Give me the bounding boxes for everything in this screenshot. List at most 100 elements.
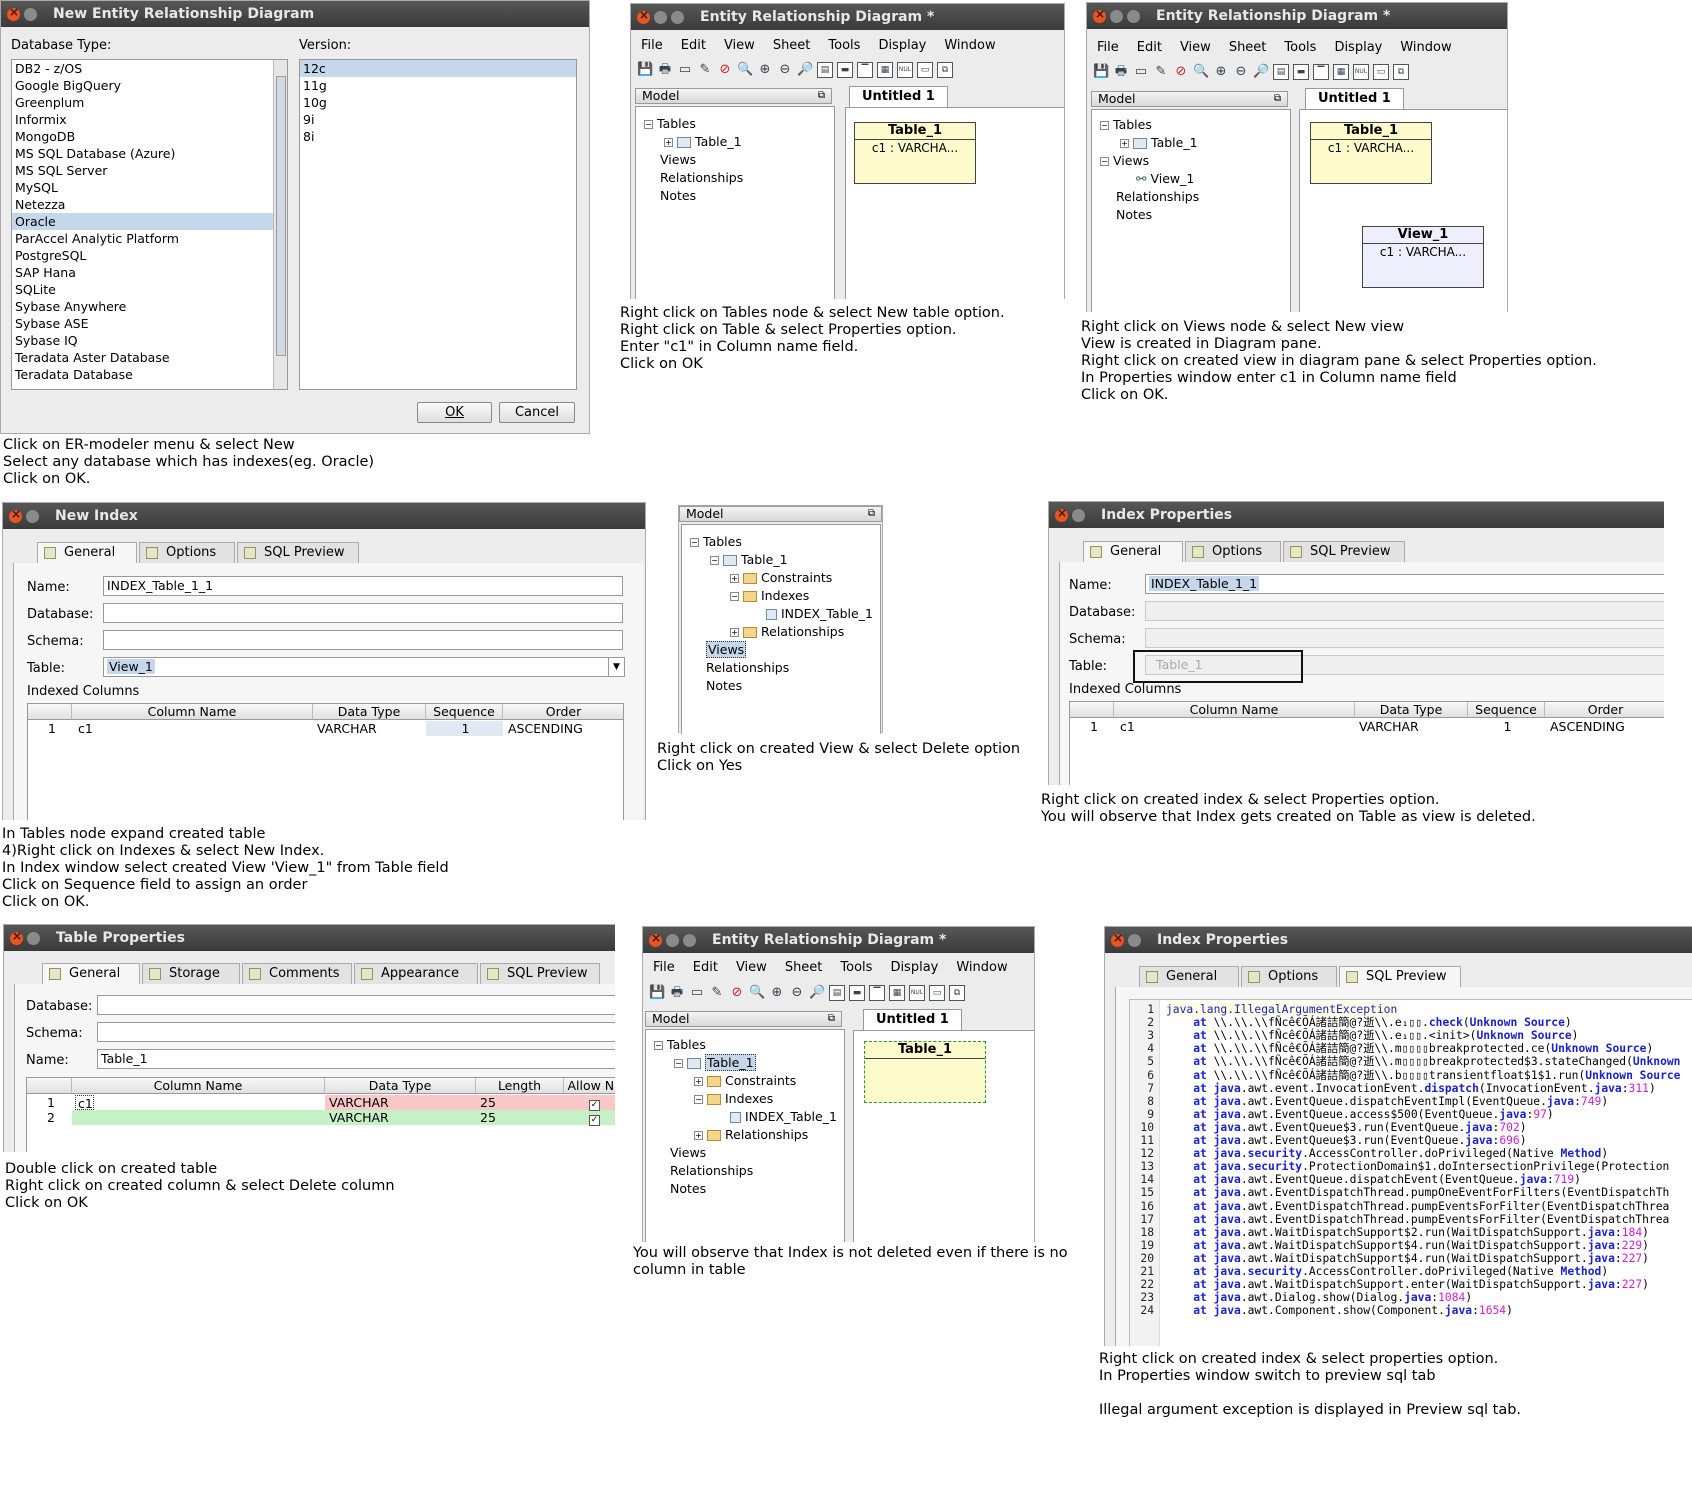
tree-index-1[interactable]: INDEX_Table_1 xyxy=(730,1108,837,1125)
cell-length[interactable]: 25 xyxy=(478,1110,496,1125)
database-option[interactable]: Teradata Database xyxy=(12,366,287,383)
maximize-icon[interactable] xyxy=(683,933,696,947)
page-icon[interactable]: ▭ xyxy=(1133,64,1149,80)
cell-column-name[interactable] xyxy=(75,1110,77,1125)
tab-general[interactable]: General xyxy=(37,542,137,564)
layout-icon[interactable]: ⧉ xyxy=(1393,64,1409,80)
close-icon[interactable] xyxy=(1093,7,1106,23)
col-header[interactable]: Order xyxy=(1545,702,1664,718)
menu-tools[interactable]: Tools xyxy=(1284,40,1316,55)
cell-data-type[interactable]: VARCHAR xyxy=(327,1110,389,1125)
zoom-icon[interactable]: 🔎 xyxy=(797,62,813,78)
database-option[interactable]: Google BigQuery xyxy=(12,77,287,94)
tab-untitled-1[interactable]: Untitled 1 xyxy=(849,86,948,107)
database-option[interactable]: MS SQL Server xyxy=(12,162,287,179)
tree-views[interactable]: Views xyxy=(670,1144,706,1161)
scrollbar[interactable] xyxy=(273,60,287,389)
menu-file[interactable]: File xyxy=(641,38,663,53)
database-field[interactable] xyxy=(103,603,623,623)
col-header[interactable]: Data Type xyxy=(313,704,426,720)
schema-field[interactable] xyxy=(103,630,623,650)
edit-icon[interactable]: ✎ xyxy=(1153,64,1169,80)
tree-constraints[interactable]: + Constraints xyxy=(730,569,832,586)
col-header[interactable]: Data Type xyxy=(325,1078,476,1094)
entity-table-1[interactable]: Table_1 c1 : VARCHA... xyxy=(854,122,976,184)
name-field[interactable]: Table_1 xyxy=(97,1049,615,1069)
menu-window[interactable]: Window xyxy=(944,38,995,53)
grid-icon[interactable]: ▦ xyxy=(1333,64,1349,80)
menu-display[interactable]: Display xyxy=(878,38,926,53)
database-option[interactable]: Greenplum xyxy=(12,94,287,111)
tab-sql-preview[interactable]: SQL Preview xyxy=(237,542,359,564)
zoom-out-icon[interactable]: ⊖ xyxy=(1233,64,1249,80)
tree-relationships[interactable]: + Relationships xyxy=(730,623,844,640)
table-select[interactable]: View_1 ▼ xyxy=(103,657,625,677)
cell-column-name[interactable]: c1 xyxy=(75,1095,94,1111)
restore-icon[interactable]: ⧉ xyxy=(818,89,825,103)
tree-tables[interactable]: − Tables xyxy=(644,115,696,132)
tree-table-1[interactable]: − Table_1 xyxy=(710,551,788,568)
cell-data-type[interactable]: VARCHAR xyxy=(327,1095,389,1110)
cell-order[interactable]: ASCENDING xyxy=(506,721,583,736)
version-list[interactable]: 12c 11g 10g 9i 8i xyxy=(299,59,577,390)
close-icon[interactable] xyxy=(7,5,20,21)
tree-relationships[interactable]: Relationships xyxy=(1116,188,1199,205)
cell-allow-nulls[interactable]: ✓ xyxy=(587,1095,600,1111)
menu-sheet[interactable]: Sheet xyxy=(785,960,823,975)
cell-allow-nulls[interactable]: ✓ xyxy=(587,1110,600,1126)
print-icon[interactable]: 🖶 xyxy=(657,62,673,78)
zoom-fit-icon[interactable]: 🔍 xyxy=(737,62,753,78)
version-option[interactable]: 9i xyxy=(300,111,576,128)
close-icon[interactable] xyxy=(637,8,650,24)
col-header[interactable]: Order xyxy=(503,704,623,720)
stop-icon[interactable]: ⊘ xyxy=(729,985,745,1001)
print-icon[interactable]: 🖶 xyxy=(669,985,685,1001)
database-type-list[interactable]: DB2 - z/OS Google BigQuery Greenplum Inform… xyxy=(11,59,288,390)
tree-tables[interactable]: − Tables xyxy=(654,1036,706,1053)
menu-display[interactable]: Display xyxy=(1334,40,1382,55)
tree-constraints[interactable]: + Constraints xyxy=(694,1072,796,1089)
column-icon[interactable]: ▬ xyxy=(849,985,865,1001)
col-header[interactable]: Allow Nulls xyxy=(564,1078,615,1094)
zoom-icon[interactable]: 🔎 xyxy=(1253,64,1269,80)
cell-column-name[interactable]: c1 xyxy=(1118,719,1135,734)
database-option[interactable]: Sybase Anywhere xyxy=(12,298,287,315)
database-option[interactable]: Teradata Aster Database xyxy=(12,349,287,366)
tab-sql-preview[interactable]: SQL Preview xyxy=(480,963,600,985)
minimize-icon[interactable] xyxy=(24,7,37,21)
cancel-button[interactable]: Cancel xyxy=(499,402,575,423)
version-option[interactable]: 11g xyxy=(300,77,576,94)
tab-general[interactable]: General xyxy=(1083,541,1183,563)
minimize-icon[interactable] xyxy=(1110,9,1123,23)
cell-sequence[interactable]: 1 xyxy=(1468,719,1545,734)
tab-sql-preview[interactable]: SQL Preview xyxy=(1283,541,1405,563)
zoom-out-icon[interactable]: ⊖ xyxy=(777,62,793,78)
menu-edit[interactable]: Edit xyxy=(693,960,718,975)
line-icon[interactable]: ▔ xyxy=(857,62,873,78)
tree-relationships-root[interactable]: Relationships xyxy=(670,1162,753,1179)
menu-view[interactable]: View xyxy=(1180,40,1211,55)
cell-data-type[interactable]: VARCHAR xyxy=(1357,719,1419,734)
menu-sheet[interactable]: Sheet xyxy=(773,38,811,53)
close-icon[interactable] xyxy=(9,507,22,523)
version-option[interactable]: 12c xyxy=(300,60,576,77)
tree-tables[interactable]: − Tables xyxy=(690,533,742,550)
database-option[interactable]: ParAccel Analytic Platform xyxy=(12,230,287,247)
maximize-icon[interactable] xyxy=(1127,9,1140,23)
col-header[interactable]: Sequence xyxy=(1468,702,1545,718)
menu-sheet[interactable]: Sheet xyxy=(1229,40,1267,55)
tab-options[interactable]: Options xyxy=(139,542,235,564)
tree-notes[interactable]: Notes xyxy=(1116,206,1152,223)
database-option[interactable]: Informix xyxy=(12,111,287,128)
tree-index-1[interactable]: INDEX_Table_1 xyxy=(766,605,873,622)
tab-appearance[interactable]: Appearance xyxy=(354,963,478,985)
cell-data-type[interactable]: VARCHAR xyxy=(315,721,377,736)
col-header[interactable]: Length xyxy=(476,1078,564,1094)
menu-window[interactable]: Window xyxy=(1400,40,1451,55)
column-icon[interactable]: ▬ xyxy=(1293,64,1309,80)
database-option[interactable]: MySQL xyxy=(12,179,287,196)
tab-comments[interactable]: Comments xyxy=(242,963,352,985)
restore-icon[interactable]: ⧉ xyxy=(868,507,875,521)
checkbox[interactable]: ✓ xyxy=(589,1115,600,1126)
database-option[interactable]: Oracle xyxy=(12,213,287,230)
